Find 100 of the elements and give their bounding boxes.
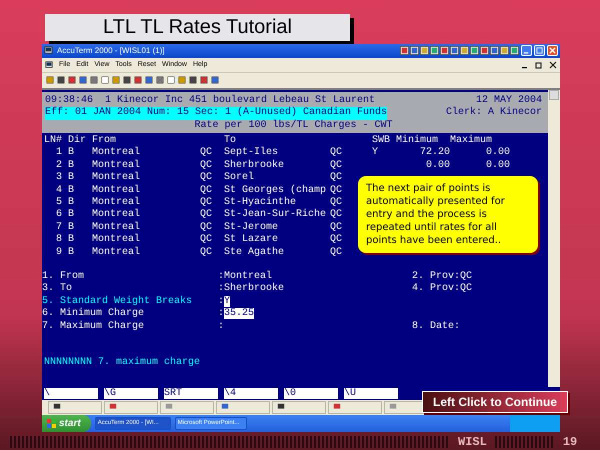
field-label: 3. To — [42, 283, 74, 296]
windows-flag-icon — [47, 418, 56, 428]
function-key[interactable]: \0 — [284, 388, 338, 399]
field-label: 6. Minimum Charge — [42, 308, 146, 320]
status-icon — [389, 403, 397, 412]
table-cell-text: QC — [330, 147, 344, 160]
field-value[interactable]: Montreal — [224, 270, 272, 282]
footer-text: WISL — [458, 434, 487, 449]
table-cell-text: QC — [200, 222, 214, 234]
scrollbar[interactable] — [548, 90, 560, 387]
column-header: SWB — [372, 134, 392, 147]
close-icon[interactable] — [549, 60, 557, 69]
table-cell-text: Montreal — [92, 246, 142, 259]
table-cell-text: QC — [200, 147, 214, 160]
table-cell-text: B — [67, 172, 76, 185]
field-value[interactable]: 35.25 — [224, 308, 254, 320]
table-cell-text: 6 — [54, 209, 62, 222]
system-tray — [510, 414, 560, 432]
function-key[interactable]: \U — [344, 388, 398, 399]
status-icon — [109, 403, 117, 412]
status-icon — [53, 403, 61, 412]
maximize-icon — [536, 47, 543, 54]
table-cell-text: QC — [330, 160, 344, 172]
table-cell-text: 4 — [54, 184, 62, 197]
table-cell-text: B — [67, 222, 76, 234]
minimize-button[interactable] — [521, 45, 532, 56]
column-header: Maximum — [450, 134, 494, 148]
table-cell-text: 2 — [54, 160, 62, 172]
table-cell: 0.00 — [426, 160, 450, 171]
table-cell-text: 9 — [54, 246, 62, 259]
status-icon — [333, 403, 341, 412]
table-cell-text: B — [67, 246, 76, 259]
status-message: NNNNNNNN 7. maximum charge — [43, 357, 202, 370]
table-cell-text: Ste Agathe — [224, 246, 286, 259]
close-button[interactable] — [547, 45, 558, 56]
table-cell-text: St-Jerome — [224, 222, 280, 234]
table-cell-text: QC — [330, 246, 344, 259]
table-cell-text: St Georges (champ — [224, 184, 328, 196]
table-cell: 0.00 — [486, 147, 510, 158]
table-cell-text: QC — [200, 184, 214, 197]
field-label: 4. Prov:QC — [412, 283, 472, 294]
table-cell-text: Sept-Iles — [224, 147, 280, 160]
table-cell: 72.20 — [420, 147, 450, 158]
function-key[interactable]: SRT — [164, 388, 218, 399]
table-cell-text: B — [67, 196, 76, 209]
continue-button[interactable]: Left Click to Continue — [422, 390, 568, 413]
table-cell-text: Montreal — [92, 184, 142, 196]
function-key[interactable]: \4 — [224, 388, 278, 399]
field-label: 1. From — [42, 270, 86, 283]
table-cell-text: Montreal — [92, 222, 142, 234]
column-header: From — [92, 134, 118, 146]
field-separator: : — [218, 283, 224, 294]
table-cell-text: B — [67, 234, 76, 247]
table-cell: 0.00 — [486, 160, 510, 171]
window-title: AccuTerm 2000 - [WISL01 (1)] — [57, 46, 165, 56]
status-icon — [165, 403, 173, 412]
table-cell-text: QC — [200, 196, 214, 209]
status-icon — [221, 403, 229, 412]
header-text: 09:38:46 1 Kinecor Inc 451 boulevard Lebeau St Laurent — [45, 94, 376, 106]
table-cell-text: St-Hyacinthe — [224, 196, 298, 208]
field-label: 5. Standard Weight Breaks — [42, 296, 194, 308]
field-label: 2. Prov:QC — [412, 270, 472, 282]
table-cell: Y — [372, 147, 378, 158]
slide-title: LTL TL Rates Tutorial — [45, 14, 350, 41]
rate-heading: Rate per 100 lbs/TL Charges - CWT — [194, 120, 393, 132]
page-number: 19 — [562, 434, 578, 449]
table-cell-text: B — [67, 184, 76, 197]
function-key[interactable]: \G — [104, 388, 158, 399]
column-header: To — [224, 134, 238, 146]
table-cell-text: St-Jean-Sur-Riche — [224, 209, 328, 222]
field-separator: : — [218, 308, 224, 320]
function-key[interactable]: \ — [44, 388, 98, 399]
table-cell-text: Montreal — [92, 147, 142, 160]
table-cell-text: Sorel — [224, 172, 256, 185]
table-cell-text: B — [67, 147, 76, 160]
column-header: Minimum — [396, 134, 440, 147]
table-cell-text: Montreal — [92, 234, 142, 246]
clerk-text: Clerk: A Kinecor — [446, 107, 542, 120]
table-cell-text: Sherbrooke — [224, 160, 286, 172]
date-text: 12 MAY 2004 — [476, 94, 542, 106]
field-value[interactable]: Y — [224, 296, 230, 307]
table-cell-text: B — [67, 160, 76, 172]
field-separator: : — [218, 270, 224, 282]
table-cell-text: QC — [330, 172, 344, 185]
restore-icon[interactable] — [535, 60, 543, 69]
field-value[interactable]: Sherbrooke — [224, 283, 284, 294]
table-cell-text: B — [67, 209, 76, 222]
column-header: Dir — [67, 134, 88, 147]
close-icon — [549, 47, 556, 54]
maximize-button[interactable] — [534, 45, 545, 56]
table-cell-text: QC — [200, 234, 214, 247]
table-cell-text: 3 — [54, 172, 62, 185]
field-label: 7. Maximum Charge — [42, 320, 146, 334]
table-cell-text: St Lazare — [224, 234, 280, 246]
status-icon — [277, 403, 285, 412]
field-separator: : — [218, 296, 224, 307]
table-cell-text: Montreal — [92, 209, 142, 222]
table-cell-text: 7 — [54, 222, 62, 234]
table-cell-text: QC — [200, 160, 214, 172]
callout-note: The next pair of points is automatically presented for entry and the process is repeated until rates for all points have been entered.. — [358, 176, 538, 253]
